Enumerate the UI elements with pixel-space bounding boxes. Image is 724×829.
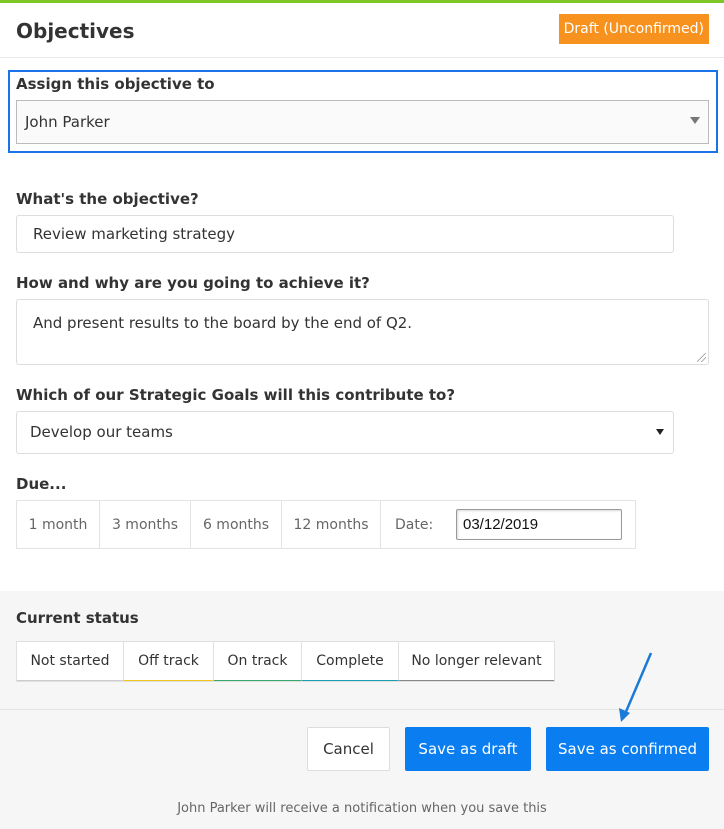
caret-down-icon xyxy=(690,117,700,124)
objective-input[interactable]: Review marketing strategy xyxy=(16,215,674,253)
status-complete[interactable]: Complete xyxy=(302,642,399,681)
objective-label: What's the objective? xyxy=(16,190,199,208)
page-header: Objectives Draft (Unconfirmed) xyxy=(0,3,724,58)
strategic-goal-select[interactable]: Develop our teams xyxy=(16,411,674,454)
how-why-label: How and why are you going to achieve it? xyxy=(16,274,370,292)
status-no-longer-relevant[interactable]: No longer relevant xyxy=(399,642,554,681)
how-why-textarea[interactable]: And present results to the board by the … xyxy=(16,299,709,365)
form-footer: Cancel Save as draft Save as confirmed J… xyxy=(0,709,724,829)
date-label: Date: xyxy=(395,516,434,533)
assignee-select[interactable]: John Parker xyxy=(16,100,709,144)
status-label: Current status xyxy=(16,609,139,627)
due-option-12-months[interactable]: 12 months xyxy=(282,501,381,548)
due-date-group: Date: xyxy=(381,501,622,548)
due-date-input[interactable] xyxy=(456,509,622,540)
notification-note: John Parker will receive a notification … xyxy=(177,801,547,816)
save-draft-button[interactable]: Save as draft xyxy=(405,727,531,771)
status-on-track[interactable]: On track xyxy=(214,642,302,681)
assign-label: Assign this objective to xyxy=(16,75,215,93)
status-badge: Draft (Unconfirmed) xyxy=(558,14,709,44)
due-option-3-months[interactable]: 3 months xyxy=(100,501,191,548)
cancel-button[interactable]: Cancel xyxy=(307,727,390,771)
assignee-value: John Parker xyxy=(25,113,110,131)
page-title: Objectives xyxy=(16,19,135,43)
strategic-goal-value: Develop our teams xyxy=(30,423,173,441)
due-label: Due... xyxy=(16,475,67,493)
pointer-arrow-icon xyxy=(619,652,653,722)
save-confirmed-button[interactable]: Save as confirmed xyxy=(546,727,709,771)
how-why-value: And present results to the board by the … xyxy=(33,314,413,332)
caret-down-icon xyxy=(656,429,664,435)
due-option-1-month[interactable]: 1 month xyxy=(17,501,100,548)
strategic-goal-label: Which of our Strategic Goals will this c… xyxy=(16,386,456,404)
due-options: 1 month 3 months 6 months 12 months Date… xyxy=(16,500,636,549)
resize-grip-icon[interactable] xyxy=(697,353,706,362)
status-not-started[interactable]: Not started xyxy=(17,642,124,681)
status-off-track[interactable]: Off track xyxy=(124,642,214,681)
objective-value: Review marketing strategy xyxy=(33,225,236,243)
status-options: Not started Off track On track Complete … xyxy=(16,641,555,682)
due-option-6-months[interactable]: 6 months xyxy=(191,501,282,548)
